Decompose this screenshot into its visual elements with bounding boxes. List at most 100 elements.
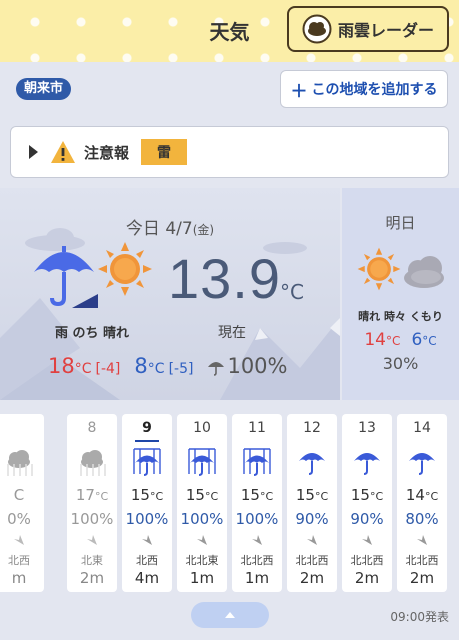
hour-label: 10	[193, 420, 211, 436]
cloud-icon	[7, 450, 33, 476]
hour-temp-cell: 15°C	[342, 486, 392, 504]
hour-temp-cell: 15°C	[177, 486, 227, 504]
tomorrow-low: 6	[411, 330, 423, 350]
hour-label: 13	[358, 420, 376, 436]
today-low: 8	[134, 354, 148, 378]
sun-icon	[357, 247, 401, 291]
hour-temp: 15	[240, 486, 260, 504]
plus-icon: ＋	[290, 81, 308, 102]
hour-wind-dir: 北西	[8, 554, 30, 567]
hour-wind-speed: 2m	[299, 569, 325, 587]
hour-wind-speed: 1m	[244, 569, 270, 587]
today-date: 4/7	[165, 219, 193, 239]
umbrella-rain-icon	[133, 448, 161, 476]
hour-precip: 100%	[180, 510, 224, 528]
hour-column[interactable]: 13 15°C 90% 北北西 2m	[342, 414, 392, 592]
expand-triangle-icon	[29, 145, 38, 159]
hour-wind-dir: 北北西	[405, 554, 439, 567]
today-weather-desc: 雨 のち 晴れ	[55, 326, 130, 341]
wind-arrow-icon	[252, 535, 262, 545]
today-high-diff: [-4]	[95, 361, 121, 377]
hour-precip: 0%	[7, 510, 31, 528]
umbrella-rain-icon	[188, 448, 216, 476]
cloud-icon	[80, 450, 106, 476]
hour-wind-dir: 北東	[81, 554, 103, 567]
hour-wind-speed: 2m	[79, 569, 105, 587]
hour-wind-speed: 1m	[189, 569, 215, 587]
hour-wind-dir: 北北西	[240, 554, 274, 567]
hour-temp: 15	[130, 486, 150, 504]
wind-arrow-icon	[197, 535, 207, 545]
today-high-unit: °C	[74, 361, 92, 377]
today-card[interactable]: 今日 4/7(金) 13.9 °C 雨 のち 晴れ 現在 18 °C [-4] 8…	[0, 188, 340, 400]
hour-wind-speed: m	[11, 569, 27, 587]
hour-temp-cell: 15°C	[232, 486, 282, 504]
current-label: 現在	[218, 325, 246, 341]
umbrella-icon	[409, 453, 435, 475]
hour-precip: 100%	[125, 510, 169, 528]
hour-temp-cell: 15°C	[287, 486, 337, 504]
hour-wind-speed: 2m	[409, 569, 435, 587]
collapse-tab[interactable]	[191, 602, 269, 628]
hour-temp-cell: 15°C	[122, 486, 172, 504]
hour-column[interactable]: 14 14°C 80% 北北西 2m	[397, 414, 447, 592]
sun-icon	[98, 242, 152, 296]
hour-temp: 15	[185, 486, 205, 504]
hour-column[interactable]: 11 15°C 100% 北北西 1m	[232, 414, 282, 592]
hour-column[interactable]: 8 17°C 100% 北東 2m	[67, 414, 117, 592]
hour-column[interactable]: 10 15°C 100% 北北東 1m	[177, 414, 227, 592]
weather-alert[interactable]: 注意報 雷	[10, 126, 449, 178]
rain-radar-button[interactable]: 雨雲レーダー	[287, 6, 449, 52]
hour-column[interactable]: C 0% 北西 m	[0, 414, 44, 592]
add-region-label: この地域を追加する	[311, 82, 438, 98]
hour-temp: C	[13, 486, 25, 504]
hour-temp: 15	[350, 486, 370, 504]
tomorrow-high: 14	[364, 330, 386, 350]
today-label: 今日	[125, 219, 160, 239]
hour-wind-speed: 4m	[134, 569, 160, 587]
today-weekday: (金)	[192, 223, 215, 237]
umbrella-rain-icon	[243, 448, 271, 476]
hour-label: 11	[248, 420, 266, 436]
hour-temp: 17	[75, 486, 95, 504]
hour-wind-dir: 北北西	[350, 554, 384, 567]
hour-temp-cell: 14°C	[397, 486, 447, 504]
hour-precip: 80%	[405, 510, 439, 528]
add-region-button[interactable]: ＋ この地域を追加する	[280, 70, 448, 108]
hour-precip: 100%	[235, 510, 279, 528]
hour-wind-speed: 2m	[354, 569, 380, 587]
hour-temp: 14	[405, 486, 425, 504]
today-stats: 18 °C [-4] 8 °C [-5] 100%	[48, 354, 288, 378]
caret-up-icon	[225, 612, 235, 618]
tomorrow-card[interactable]: 明日 晴れ 時々 くもり 14°C 6°C 30%	[342, 188, 459, 400]
current-hour-marker	[135, 440, 159, 442]
tomorrow-low-unit: °C	[422, 334, 437, 348]
wind-arrow-icon	[362, 535, 372, 545]
hour-temp-unit: °C	[369, 490, 384, 503]
wind-arrow-icon	[307, 535, 317, 545]
hour-temp-unit: °C	[149, 490, 164, 503]
hour-temp-cell: C	[0, 486, 44, 504]
hourly-forecast[interactable]: 時刻 天気 気温 降水 風 C0%北西m817°C100%北東2m915°C10…	[0, 400, 459, 596]
precip-umbrella-icon	[208, 362, 225, 376]
warning-icon	[51, 141, 75, 163]
cloud-icon	[404, 256, 444, 288]
wind-arrow-icon	[417, 535, 427, 545]
hour-temp-unit: °C	[94, 490, 109, 503]
hour-precip: 90%	[350, 510, 384, 528]
hour-column[interactable]: 12 15°C 90% 北北西 2m	[287, 414, 337, 592]
hour-temp-cell: 17°C	[67, 486, 117, 504]
current-temperature: 13.9	[168, 247, 281, 310]
hour-temp-unit: °C	[424, 490, 439, 503]
rain-radar-label: 雨雲レーダー	[337, 21, 434, 40]
hour-label: 8	[87, 420, 97, 436]
hour-column[interactable]: 9 15°C 100% 北西 4m	[122, 414, 172, 592]
today-precip: 100%	[227, 354, 288, 378]
today-low-unit: °C	[147, 361, 165, 377]
hour-label: 12	[303, 420, 321, 436]
hour-precip: 90%	[295, 510, 329, 528]
hour-precip: 100%	[70, 510, 114, 528]
today-low-diff: [-5]	[168, 361, 194, 377]
hour-wind-dir: 北西	[136, 554, 158, 567]
hour-wind-dir: 北北西	[295, 554, 329, 567]
